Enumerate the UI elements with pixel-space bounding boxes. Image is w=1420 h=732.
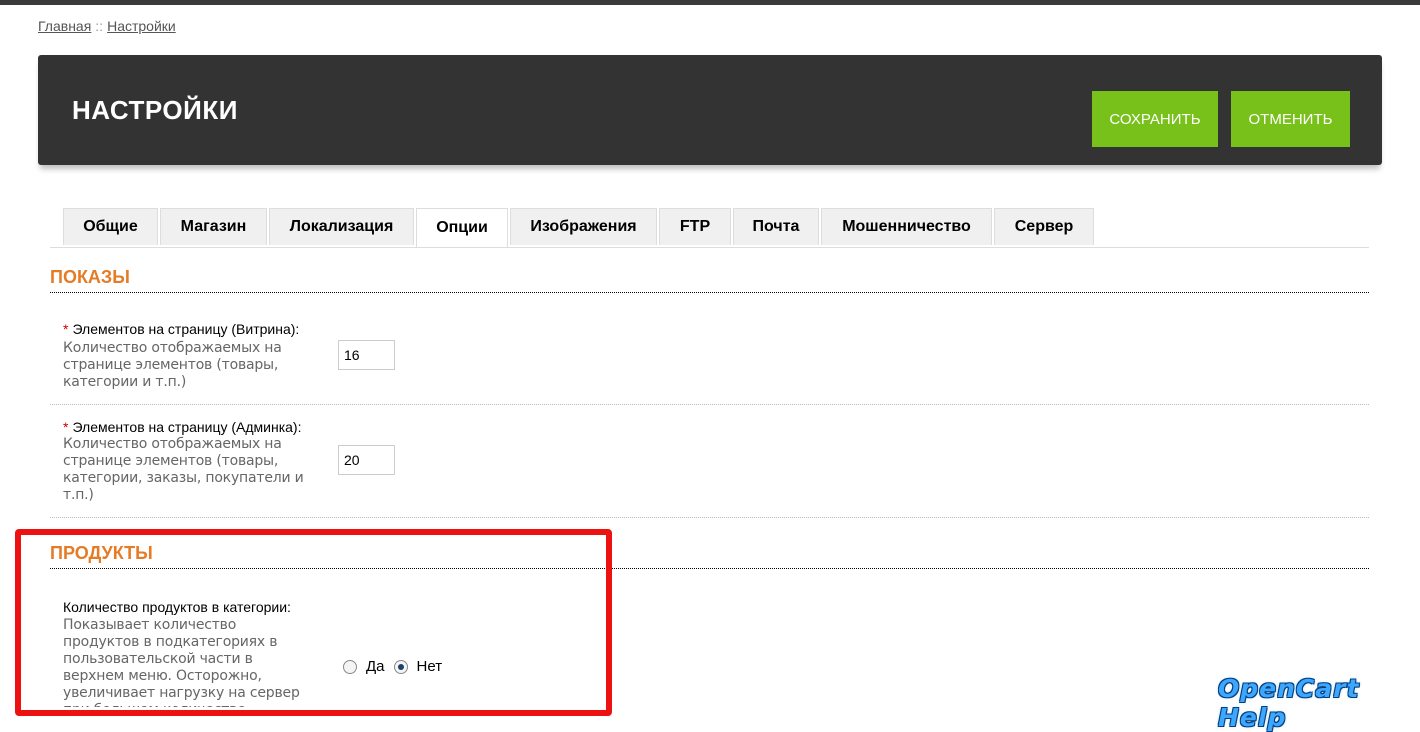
required-mark: * xyxy=(63,419,69,435)
breadcrumb: Главная:: Настройки xyxy=(38,18,176,34)
radio-no-label[interactable]: Нет xyxy=(417,658,443,675)
cancel-button[interactable]: Отменить xyxy=(1231,91,1350,147)
watermark-logo: OpenCart Help xyxy=(1218,674,1360,732)
radio-no[interactable] xyxy=(393,659,408,674)
section-title-products: Продукты xyxy=(50,543,1369,569)
tab-general[interactable]: Общие xyxy=(63,208,158,245)
product-count-radio-group: Да Нет xyxy=(343,658,451,675)
items-per-page-catalog-input[interactable] xyxy=(338,340,395,370)
tab-store[interactable]: Магазин xyxy=(160,208,267,245)
field-label-text: Элементов на страницу (Витрина): xyxy=(72,321,300,337)
tab-fraud[interactable]: Мошенничество xyxy=(821,208,992,245)
header-panel: НАСТРОЙКИ Сохранить Отменить xyxy=(38,55,1382,165)
row-divider xyxy=(50,404,1369,405)
tab-options[interactable]: Опции xyxy=(416,208,508,247)
radio-yes[interactable] xyxy=(343,659,357,674)
field-help-items-per-page-catalog: Количество отображаемых на странице элем… xyxy=(63,340,282,390)
settings-tabs: Общие Магазин Локализация Опции Изображе… xyxy=(50,208,1369,248)
tab-images[interactable]: Изображения xyxy=(510,208,657,245)
tab-localization[interactable]: Локализация xyxy=(269,208,414,245)
field-help-product-count: Показывает количество продуктов в подкат… xyxy=(63,617,300,707)
breadcrumb-home-link[interactable]: Главная xyxy=(38,18,91,34)
breadcrumb-current-link[interactable]: Настройки xyxy=(107,18,176,34)
items-per-page-admin-input[interactable] xyxy=(338,445,395,475)
page-title: НАСТРОЙКИ xyxy=(72,95,238,125)
field-label-text: Элементов на страницу (Админка): xyxy=(72,419,302,435)
field-label-items-per-page-admin: * Элементов на страницу (Админка): xyxy=(63,419,301,435)
section-title-display: Показы xyxy=(50,267,1369,293)
tab-mail[interactable]: Почта xyxy=(733,208,819,245)
tab-ftp[interactable]: FTP xyxy=(659,208,731,245)
field-help-items-per-page-admin: Количество отображаемых на странице элем… xyxy=(63,436,304,503)
top-bar xyxy=(0,0,1420,5)
breadcrumb-separator: :: xyxy=(95,18,104,34)
field-label-product-count: Количество продуктов в категории: xyxy=(63,599,291,615)
field-label-items-per-page-catalog: * Элементов на страницу (Витрина): xyxy=(63,321,299,337)
required-mark: * xyxy=(63,321,69,337)
tab-server[interactable]: Сервер xyxy=(994,208,1094,245)
radio-yes-label[interactable]: Да xyxy=(366,658,385,675)
save-button[interactable]: Сохранить xyxy=(1092,91,1218,147)
row-divider xyxy=(50,517,1369,518)
